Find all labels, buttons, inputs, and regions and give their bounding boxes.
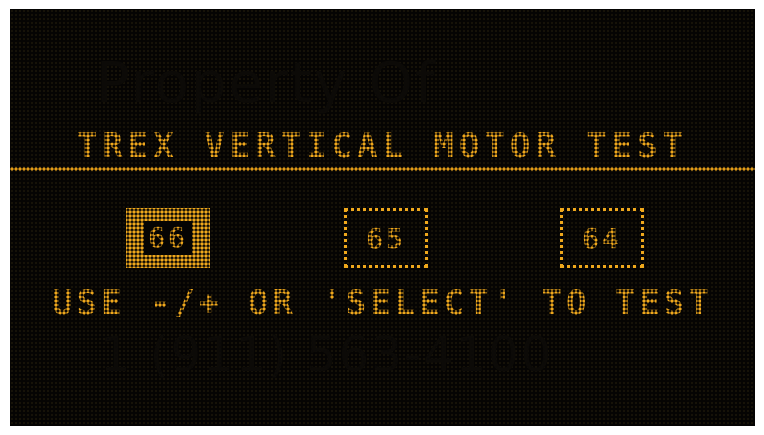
motor-option-65[interactable]: 65	[344, 208, 428, 268]
motor-option-64[interactable]: 64	[560, 208, 644, 268]
motor-number-label: 65	[366, 221, 406, 255]
watermark-bottom: 1 (911) 563-4100	[100, 327, 554, 383]
instruction-text: USE -/+ OR 'SELECT' TO TEST	[10, 283, 755, 323]
motor-number-text: 66	[148, 221, 188, 254]
watermark-top: Property Of	[96, 51, 437, 116]
motor-number-label: 64	[582, 221, 622, 255]
motor-number-label: 66	[144, 221, 192, 255]
divider-line	[10, 167, 755, 171]
screen-title: TREX VERTICAL MOTOR TEST	[10, 126, 755, 166]
motor-option-66[interactable]: 66	[126, 208, 210, 268]
led-display-screen: Property Of 1 (911) 563-4100 TREX VERTIC…	[10, 9, 755, 426]
